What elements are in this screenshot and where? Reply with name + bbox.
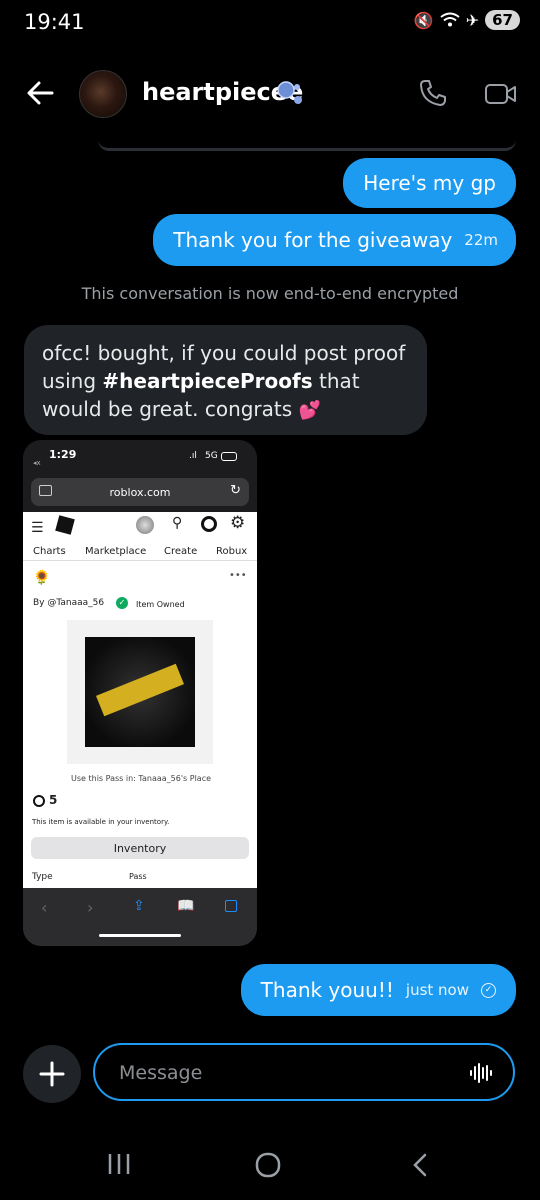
status-icons: 🔇 ✈ 67 <box>414 10 520 30</box>
inventory-button-label: Inventory <box>113 841 167 855</box>
bookmarks-icon: 📖 <box>177 898 195 914</box>
voice-message-icon[interactable] <box>469 1061 493 1085</box>
roblox-page: ☰ ⚲ ⚙ Charts Marketplace Create Robux 🌻 … <box>23 512 257 888</box>
chevron-left-icon: ‹ <box>41 898 48 917</box>
use-pass-label: Use this Pass in: Tanaaa_56's Place <box>71 774 212 783</box>
inventory-button: Inventory <box>31 837 249 859</box>
tab-create: Create <box>164 546 198 557</box>
message-composer[interactable] <box>93 1043 515 1101</box>
home-icon[interactable] <box>255 1152 281 1178</box>
owned-label: Item Owned <box>136 600 185 609</box>
tab-robux: Robux <box>216 546 248 557</box>
attachment-browser-toolbar: ‹ › ⇪ 📖 <box>23 888 257 946</box>
reload-icon: ↻ <box>230 483 241 498</box>
back-indicator-icon: ◂x <box>33 459 41 467</box>
roblox-logo-icon <box>55 515 75 535</box>
chevron-right-icon: › <box>87 898 94 917</box>
network-label: 5G <box>205 451 218 461</box>
video-call-icon[interactable] <box>484 80 518 108</box>
type-label: Type <box>32 872 53 882</box>
attachment-battery-icon <box>221 452 237 461</box>
home-indicator <box>99 934 181 937</box>
avatar[interactable] <box>79 70 127 118</box>
wifi-icon <box>440 12 460 27</box>
message-timestamp: 22m <box>464 231 498 249</box>
plus-icon <box>39 1061 65 1087</box>
hashtag-link[interactable]: #heartpieceProofs <box>102 369 312 393</box>
share-icon: ⇪ <box>133 898 145 914</box>
previous-message-edge <box>98 140 516 151</box>
tab-marketplace: Marketplace <box>85 546 147 557</box>
availability-text: This item is available in your inventory… <box>32 818 170 826</box>
message-timestamp: just now <box>405 981 469 999</box>
nav-back-icon[interactable] <box>410 1152 430 1178</box>
hamburger-icon: ☰ <box>31 520 44 536</box>
message-text: Thank youu!! <box>260 978 394 1002</box>
tab-charts: Charts <box>33 546 66 557</box>
more-icon: ••• <box>229 570 247 581</box>
attachment-url-bar: roblox.com ↻ <box>31 478 249 506</box>
two-hearts-emoji-icon: 💕 <box>298 400 321 421</box>
message-text: Thank you for the giveaway <box>173 228 453 252</box>
read-check-icon: ✓ <box>481 982 496 998</box>
attachment-status-bar: 1:29 ◂x .ıl 5G <box>23 440 257 474</box>
outgoing-message[interactable]: Here's my gp <box>343 158 516 208</box>
search-icon: ⚲ <box>172 515 183 531</box>
airplane-icon: ✈ <box>465 10 480 30</box>
battery-badge: 67 <box>485 10 520 30</box>
creator-label: By @Tanaaa_56 <box>33 598 105 608</box>
owned-check-icon: ✓ <box>116 597 128 609</box>
tab-icon <box>39 485 52 496</box>
recent-apps-icon[interactable] <box>106 1152 132 1176</box>
robux-icon <box>201 516 217 532</box>
signal-icon: .ıl <box>189 451 197 461</box>
gear-icon: ⚙ <box>230 513 246 533</box>
tabs-icon <box>225 900 237 912</box>
incoming-message[interactable]: ofcc! bought, if you could post proof us… <box>24 325 427 435</box>
golden-ticket-icon <box>96 663 184 717</box>
add-attachment-button[interactable] <box>23 1045 81 1103</box>
outgoing-message[interactable]: Thank youu!! just now ✓ <box>240 964 516 1016</box>
encryption-notice: This conversation is now end-to-end encr… <box>81 284 459 303</box>
attachment-time: 1:29 <box>49 448 77 461</box>
pass-thumbnail <box>85 637 195 747</box>
pass-thumbnail-frame <box>67 620 213 764</box>
mute-icon: 🔇 <box>413 10 434 30</box>
message-input[interactable] <box>117 1057 441 1089</box>
outgoing-message[interactable]: Thank you for the giveaway 22m <box>153 214 516 266</box>
message-text: Here's my gp <box>363 171 496 195</box>
type-value: Pass <box>129 872 147 881</box>
back-arrow-icon[interactable] <box>24 76 58 110</box>
phone-icon[interactable] <box>418 78 448 108</box>
status-time: 19:41 <box>24 10 85 34</box>
sunflower-icon: 🌻 <box>33 570 51 586</box>
bubbles-emoji-icon <box>277 81 302 104</box>
divider <box>23 560 257 561</box>
image-attachment[interactable]: 1:29 ◂x .ıl 5G roblox.com ↻ ☰ ⚲ ⚙ Charts… <box>23 440 257 946</box>
profile-icon <box>136 516 154 534</box>
price-value: 5 <box>49 793 58 807</box>
attachment-url: roblox.com <box>109 485 171 499</box>
robux-icon <box>33 795 45 807</box>
